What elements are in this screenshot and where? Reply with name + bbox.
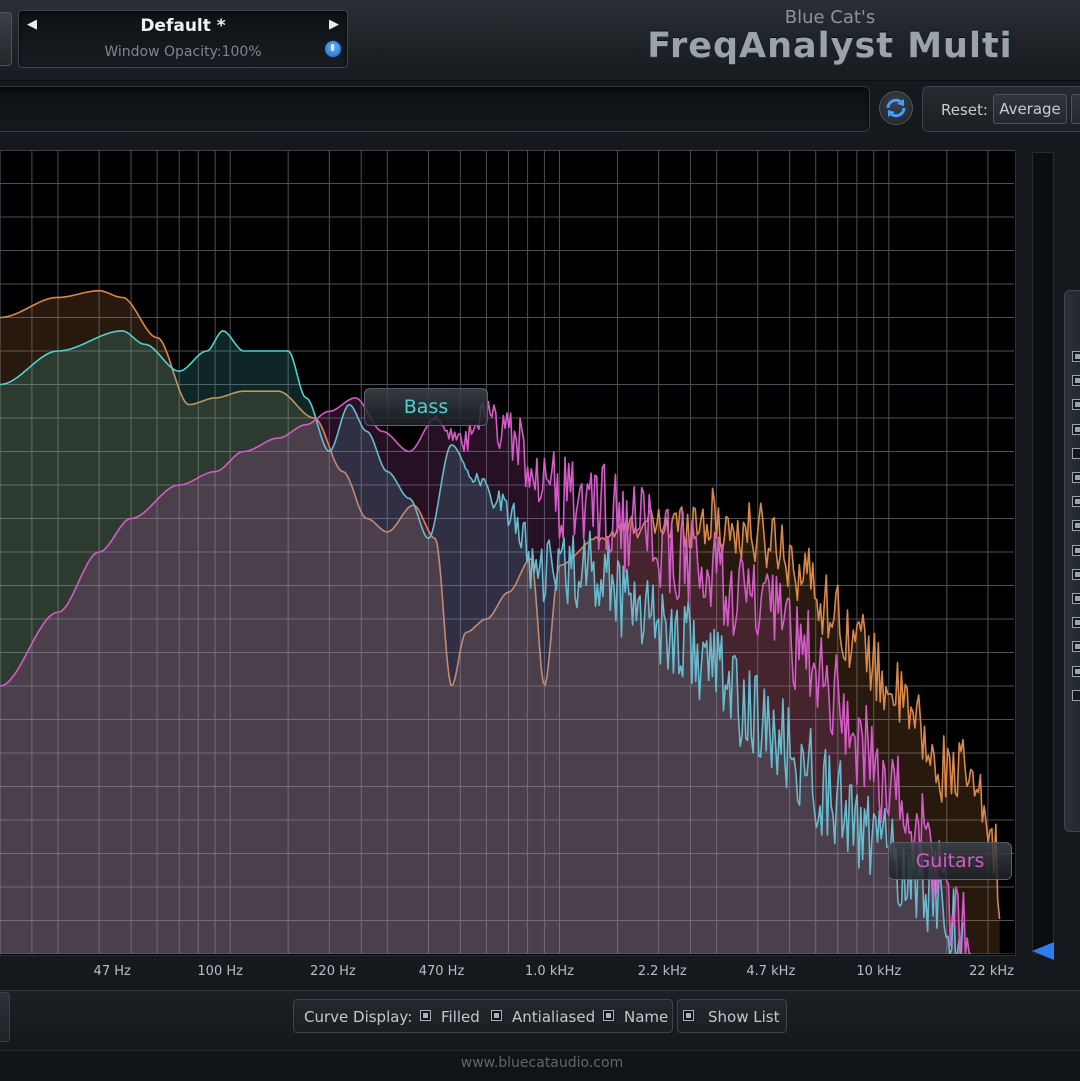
show-list-checkbox[interactable] [683, 1010, 694, 1021]
curve-list-checkbox[interactable] [1072, 593, 1080, 604]
window-opacity-label: Window Opacity:100% [104, 44, 262, 60]
freq-tick-label: 10 kHz [856, 964, 902, 979]
level-arrow-icon[interactable] [1032, 942, 1054, 960]
curve-list-checkbox[interactable] [1072, 496, 1080, 508]
freq-tick-label: 47 Hz [93, 964, 131, 979]
curve-tag-bass[interactable]: Bass [364, 388, 488, 426]
opacity-knob-icon[interactable] [324, 40, 342, 58]
freq-tick-label: 2.2 kHz [637, 964, 687, 979]
toolbar-field [0, 86, 870, 132]
reset-extra-button[interactable] [1071, 94, 1080, 124]
filled-checkbox[interactable] [420, 1010, 431, 1021]
brand-vendor: Blue Cat's [784, 7, 876, 28]
curve-list-checkbox[interactable] [1072, 351, 1080, 362]
curve-list-checkbox[interactable] [1072, 399, 1080, 411]
curve-list-checkbox[interactable] [1072, 544, 1080, 556]
curve-display-label: Curve Display: [304, 1008, 413, 1026]
curve-list-checkbox[interactable] [1072, 617, 1080, 629]
curve-list-checkbox[interactable] [1072, 423, 1080, 435]
filled-label[interactable]: Filled [441, 1008, 480, 1026]
name-label[interactable]: Name [624, 1008, 668, 1026]
show-list-label[interactable]: Show List [708, 1008, 779, 1026]
curve-list-panel [1064, 290, 1080, 832]
curves [0, 289, 1001, 954]
reset-label: Reset: [941, 101, 988, 119]
curve-tag-guitars[interactable]: Guitars [888, 842, 1012, 880]
curve-list-checkbox[interactable] [1072, 375, 1080, 387]
app-title: FreqAnalyst Multi [647, 26, 1013, 66]
curve-list-checkbox[interactable] [1072, 568, 1080, 580]
freq-tick-label: 100 Hz [197, 964, 243, 979]
reset-average-button[interactable]: Average [993, 94, 1067, 124]
refresh-button[interactable] [879, 91, 913, 125]
refresh-icon [886, 98, 906, 118]
name-checkbox[interactable] [603, 1010, 614, 1021]
spectrum-plot [0, 150, 1014, 954]
antialiased-label[interactable]: Antialiased [512, 1008, 595, 1026]
preset-selector[interactable]: ◀ ▶ Default * Window Opacity:100% [18, 10, 348, 68]
footer-url[interactable]: www.bluecataudio.com [0, 1055, 1080, 1071]
preset-name[interactable]: Default * [19, 16, 347, 36]
reset-group: Reset: Average [922, 86, 1080, 132]
freq-tick-label: 1.0 kHz [525, 964, 574, 979]
curve-list-checkbox[interactable] [1072, 520, 1080, 532]
freq-tick-label: 22 kHz [969, 964, 1014, 979]
antialiased-checkbox[interactable] [491, 1010, 502, 1021]
freq-tick-label: 4.7 kHz [746, 964, 796, 979]
curve-list-checkbox[interactable] [1072, 641, 1080, 653]
freq-tick-label: 470 Hz [418, 964, 465, 979]
freq-tick-label: 220 Hz [310, 964, 356, 979]
bottom-left-stub [0, 992, 10, 1042]
level-scrollbar[interactable] [1032, 152, 1054, 954]
curve-list-checkbox[interactable] [1072, 665, 1080, 677]
curve-list-checkbox[interactable] [1072, 447, 1080, 459]
curve-list-checkbox[interactable] [1072, 472, 1080, 483]
menu-button-stub[interactable] [0, 12, 12, 66]
curve-list-checkbox[interactable] [1072, 689, 1080, 701]
